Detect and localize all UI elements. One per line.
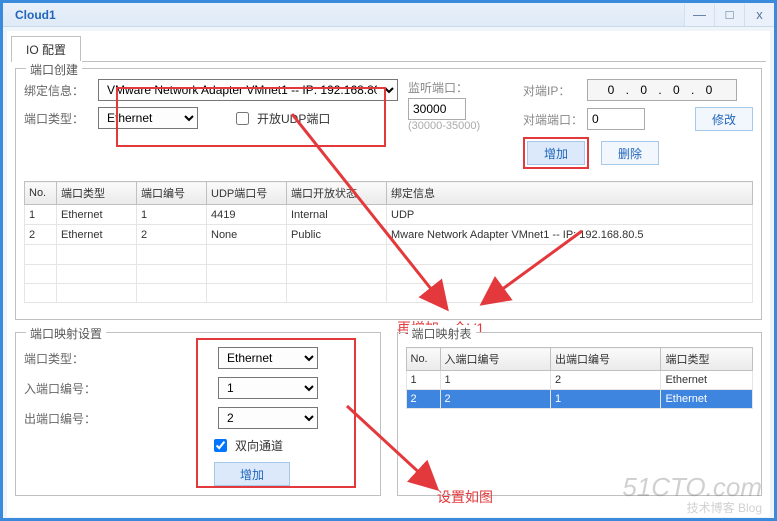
th-udp: UDP端口号: [207, 182, 287, 205]
th-type: 端口类型: [57, 182, 137, 205]
port-table: No. 端口类型 端口编号 UDP端口号 端口开放状态 绑定信息 1Ethern…: [24, 181, 753, 303]
map-out-combo[interactable]: 2: [218, 407, 318, 429]
minimize-button[interactable]: —: [684, 4, 714, 26]
th-no: No.: [25, 182, 57, 205]
map-in-combo[interactable]: 1: [218, 377, 318, 399]
listen-label: 监听端口：: [408, 79, 468, 96]
bidir-label: 双向通道: [235, 437, 283, 454]
mth-out: 出端口编号: [550, 348, 660, 371]
table-row[interactable]: 1Ethernet14419InternalUDP: [25, 205, 753, 225]
peer-ip-input[interactable]: [587, 79, 737, 101]
add-button[interactable]: 增加: [527, 141, 585, 165]
listen-hint: (30000-35000): [408, 120, 513, 132]
type-combo[interactable]: Ethernet: [98, 107, 198, 129]
th-portno: 端口编号: [137, 182, 207, 205]
watermark: 51CTO.com 技术博客 Blog: [622, 473, 762, 515]
mth-no: No.: [406, 348, 440, 371]
map-type-label: 端口类型：: [24, 350, 110, 367]
map-type-combo[interactable]: Ethernet: [218, 347, 318, 369]
close-button[interactable]: x: [744, 4, 774, 26]
bind-combo[interactable]: VMware Network Adapter VMnet1 -- IP: 192…: [98, 79, 398, 101]
title-bar: Cloud1 — □ x: [3, 3, 774, 27]
map-add-button[interactable]: 增加: [214, 462, 290, 486]
mth-type: 端口类型: [661, 348, 753, 371]
content: IO 配置 端口创建 绑定信息： VMware Network Adapter …: [7, 31, 770, 517]
tab-io-config[interactable]: IO 配置: [11, 36, 81, 62]
group-map-settings: 端口映射设置 端口类型： Ethernet 入端口编号： 1 出端口编号：: [15, 332, 381, 496]
maximize-button[interactable]: □: [714, 4, 744, 26]
peer-ip-label: 对端IP：: [523, 82, 583, 99]
group-title-port-create: 端口创建: [26, 61, 82, 78]
udp-open-label: 开放UDP端口: [257, 110, 330, 127]
table-row[interactable]: 112Ethernet: [406, 371, 753, 390]
bidir-checkbox[interactable]: [214, 439, 227, 452]
table-row[interactable]: 2Ethernet2NonePublicMware Network Adapte…: [25, 225, 753, 245]
window-title: Cloud1: [15, 8, 56, 22]
map-out-label: 出端口编号：: [24, 410, 110, 427]
group-title-map-settings: 端口映射设置: [26, 325, 106, 342]
annotation-text-2: 设置如图: [437, 487, 493, 507]
group-title-map-table: 端口映射表: [408, 325, 476, 342]
group-port-create: 端口创建 绑定信息： VMware Network Adapter VMnet1…: [15, 68, 762, 320]
table-row[interactable]: 221Ethernet: [406, 390, 753, 409]
window: Cloud1 — □ x IO 配置 端口创建 绑定信息： VMware Net…: [0, 0, 777, 521]
delete-button[interactable]: 删除: [601, 141, 659, 165]
map-table: No. 入端口编号 出端口编号 端口类型 112Ethernet 221Ethe…: [406, 347, 754, 409]
th-bind: 绑定信息: [387, 182, 753, 205]
mth-in: 入端口编号: [440, 348, 550, 371]
udp-open-checkbox[interactable]: [236, 112, 249, 125]
peer-port-input[interactable]: [587, 108, 645, 130]
th-open: 端口开放状态: [287, 182, 387, 205]
map-in-label: 入端口编号：: [24, 380, 110, 397]
modify-button[interactable]: 修改: [695, 107, 753, 131]
bind-label: 绑定信息：: [24, 82, 94, 99]
listen-input[interactable]: [408, 98, 466, 120]
peer-port-label: 对端端口：: [523, 111, 583, 128]
type-label: 端口类型：: [24, 110, 94, 127]
